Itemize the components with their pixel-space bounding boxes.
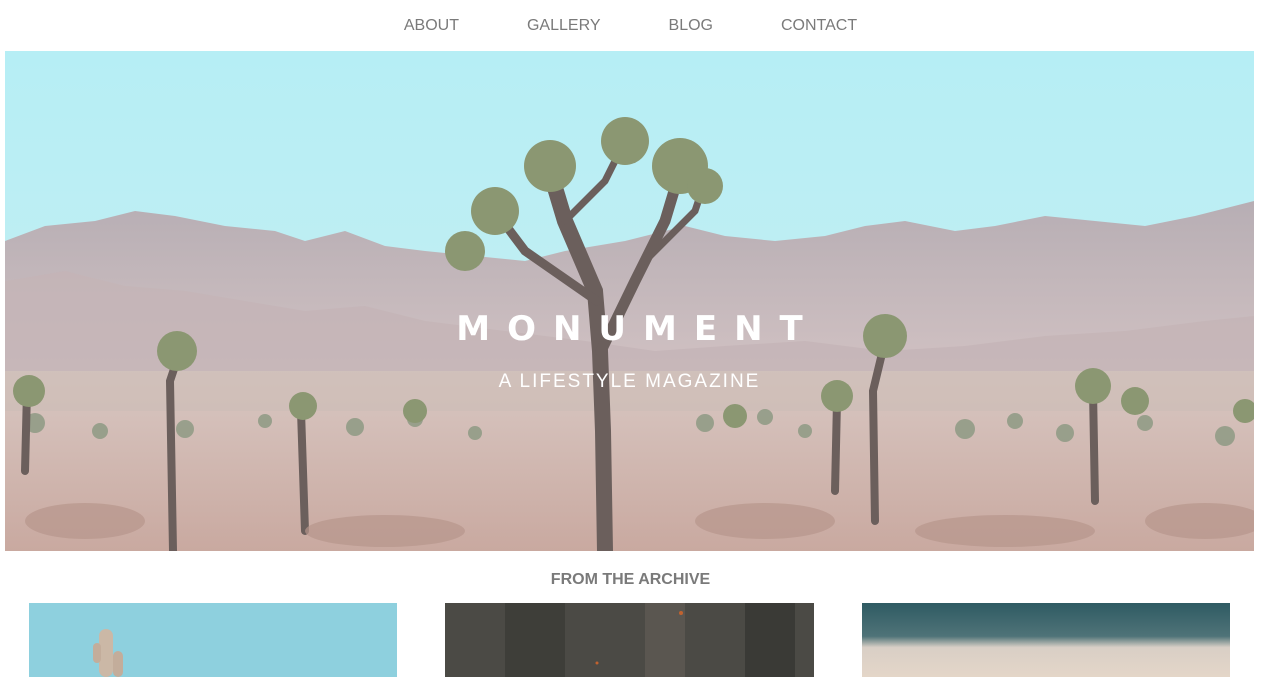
archive-card-image-3[interactable]: [862, 603, 1230, 677]
site-title: MONUMENT: [456, 309, 820, 349]
archive-card-image-2[interactable]: [445, 603, 814, 677]
archive-card-image-1[interactable]: [29, 603, 397, 677]
dark-forest-photo: [445, 603, 814, 677]
nav-link-about[interactable]: ABOUT: [404, 17, 459, 35]
nav-link-gallery[interactable]: GALLERY: [527, 17, 601, 35]
cactus-photo: [29, 603, 397, 677]
hero-banner: MONUMENT A LIFESTYLE MAGAZINE: [5, 51, 1254, 551]
nav-link-contact[interactable]: CONTACT: [781, 17, 857, 35]
hero-image: [5, 51, 1254, 551]
site-tagline: A LIFESTYLE MAGAZINE: [498, 371, 761, 392]
main-nav: ABOUT GALLERY BLOG CONTACT: [0, 0, 1261, 51]
nav-link-blog[interactable]: BLOG: [669, 17, 713, 35]
blurred-landscape-photo: [862, 603, 1230, 677]
archive-heading: FROM THE ARCHIVE: [550, 571, 711, 588]
